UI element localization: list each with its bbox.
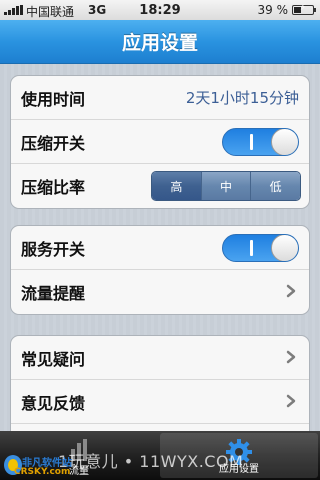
compress-ratio-segmented-control: 高 中 低 <box>151 171 301 201</box>
traffic-alert-row[interactable]: 流量提醒 <box>11 270 309 314</box>
charging-bolt-icon: ⚡ <box>299 3 307 13</box>
navigation-bar: 应用设置 <box>0 20 320 64</box>
chevron-right-icon <box>286 394 296 408</box>
settings-group-service: 服务开关 流量提醒 <box>10 225 310 315</box>
toggle-on-icon <box>250 134 253 150</box>
service-toggle[interactable] <box>222 234 299 262</box>
chevron-right-icon <box>286 350 296 364</box>
usage-time-label: 使用时间 <box>21 89 86 109</box>
feedback-label: 意见反馈 <box>21 393 86 413</box>
battery-percent: 39 % <box>257 3 289 17</box>
watermark-text: 1玩意儿 • 11WYX.COM <box>58 452 244 471</box>
segment-medium[interactable]: 中 <box>201 172 252 200</box>
traffic-alert-label: 流量提醒 <box>21 284 86 303</box>
segment-high[interactable]: 高 <box>152 172 202 200</box>
usage-time-value: 2天1小时15分钟 <box>185 89 299 107</box>
toggle-knob[interactable] <box>271 235 298 261</box>
service-switch-row: 服务开关 <box>11 226 309 270</box>
faq-label: 常见疑问 <box>21 349 86 369</box>
compress-toggle[interactable] <box>222 128 299 156</box>
toggle-on-icon <box>250 240 253 256</box>
compress-switch-row: 压缩开关 <box>11 120 309 164</box>
page-title: 应用设置 <box>121 32 198 54</box>
toggle-knob[interactable] <box>271 129 298 155</box>
battery-icon: ⚡ <box>292 3 316 15</box>
segment-low[interactable]: 低 <box>251 172 300 200</box>
status-bar: 中国联通 3G 18:29 39 % ⚡ <box>0 0 320 20</box>
compress-ratio-row: 压缩比率 高 中 低 <box>11 164 309 208</box>
settings-group-help: 常见疑问 意见反馈 <box>10 335 310 443</box>
logo-text-en: CRSKY.com <box>14 467 71 477</box>
chevron-right-icon <box>286 284 296 298</box>
usage-time-row: 使用时间 2天1小时15分钟 <box>11 76 309 120</box>
compress-ratio-label: 压缩比率 <box>21 178 86 197</box>
compress-switch-label: 压缩开关 <box>21 133 86 153</box>
faq-row[interactable]: 常见疑问 <box>11 336 309 380</box>
service-switch-label: 服务开关 <box>21 239 86 259</box>
settings-group-compression: 使用时间 2天1小时15分钟 压缩开关 压缩比率 高 中 低 <box>10 75 310 209</box>
feedback-row[interactable]: 意见反馈 <box>11 380 309 424</box>
